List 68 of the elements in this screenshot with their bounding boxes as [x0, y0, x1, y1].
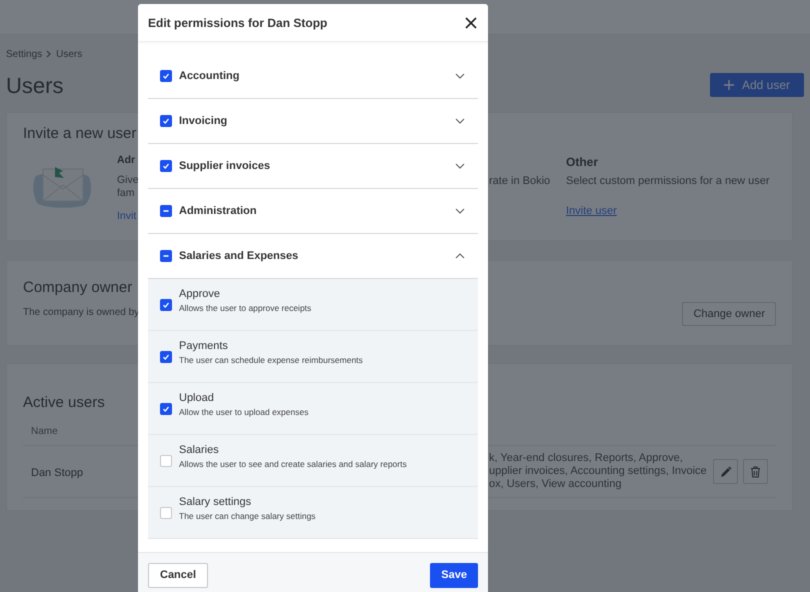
permission-label: Salary settings: [179, 495, 252, 510]
option-description: Select custom permissions for a new user: [566, 174, 770, 189]
permission-description: Allows the user to see and create salaries and salary reports: [179, 458, 407, 470]
permissions-text: upplier invoices, Accounting settings, Invoice: [489, 465, 708, 478]
add-user-button[interactable]: Add user: [710, 73, 804, 97]
chevron-right-icon: [46, 50, 52, 58]
option-heading: Other: [566, 154, 600, 171]
checkbox[interactable]: [160, 160, 172, 172]
permission-label: Payments: [179, 339, 229, 354]
permission-group-label: Invoicing: [179, 114, 228, 129]
plus-icon: [724, 80, 734, 90]
change-owner-button[interactable]: Change owner: [682, 302, 776, 326]
option-description: fam: [117, 186, 135, 199]
breadcrumb-link[interactable]: Users: [56, 46, 82, 62]
checkbox[interactable]: [160, 350, 172, 362]
permission-description: The user can change salary settings: [179, 510, 316, 522]
checkbox[interactable]: [160, 115, 172, 127]
permission-group-label: Supplier invoices: [179, 158, 272, 174]
delete-button[interactable]: [743, 459, 768, 484]
breadcrumb-link[interactable]: Settings: [6, 46, 42, 62]
permission-label: Upload: [179, 391, 215, 406]
check-icon: [162, 352, 170, 360]
permission-label: Approve: [179, 287, 221, 302]
checkbox[interactable]: [160, 506, 172, 518]
close-icon: [465, 16, 477, 28]
permission-group-label: Administration: [179, 204, 258, 219]
page-title: Users: [6, 72, 64, 100]
invite-link[interactable]: Invite user: [566, 203, 617, 220]
checkbox[interactable]: [160, 250, 172, 262]
chevron-up-icon: [455, 253, 465, 259]
cancel-button[interactable]: Cancel: [148, 563, 208, 588]
option-heading: Adr: [117, 153, 136, 168]
chevron-down-icon: [455, 208, 465, 214]
permission-group-label: Accounting: [179, 68, 240, 84]
close-button[interactable]: [464, 16, 478, 30]
table-cell: Dan Stopp: [31, 466, 83, 478]
check-icon: [162, 117, 170, 125]
option-description: rate in Bokio: [489, 174, 552, 189]
chevron-down-icon: [455, 73, 465, 79]
permission-description: Allows the user to approve receipts: [179, 302, 312, 314]
column-header: Name: [31, 425, 58, 439]
trash-icon: [750, 466, 761, 478]
checkbox[interactable]: [160, 402, 172, 414]
edit-button[interactable]: [713, 459, 738, 484]
check-icon: [162, 404, 170, 412]
option-description: Give: [117, 173, 139, 186]
permission-description: The user can schedule expense reimbursements: [179, 354, 363, 366]
checkbox[interactable]: [160, 70, 172, 82]
chevron-down-icon: [455, 118, 465, 124]
card-title: Company owner: [23, 278, 134, 297]
checkbox[interactable]: [160, 205, 172, 217]
permission-description: Allow the user to upload expenses: [179, 406, 308, 418]
checkbox[interactable]: [160, 454, 172, 466]
pencil-icon: [720, 466, 732, 478]
permission-group-label: Salaries and Expenses: [179, 248, 300, 264]
card-title: Active users: [23, 393, 105, 412]
invite-link[interactable]: Invit: [117, 209, 136, 225]
permissions-text: k, Year-end closures, Reports, Approve,: [489, 452, 684, 465]
check-icon: [162, 162, 170, 170]
dialog-title: Edit permissions for Dan Stopp: [148, 14, 328, 32]
check-icon: [162, 72, 170, 80]
save-button[interactable]: Save: [430, 563, 478, 588]
card-title: Invite a new user: [23, 124, 136, 143]
check-icon: [162, 300, 170, 308]
permission-label: Salaries: [179, 443, 220, 458]
permissions-text: ox, Users, View accounting: [489, 478, 622, 491]
checkbox[interactable]: [160, 298, 172, 310]
chevron-down-icon: [455, 163, 465, 169]
